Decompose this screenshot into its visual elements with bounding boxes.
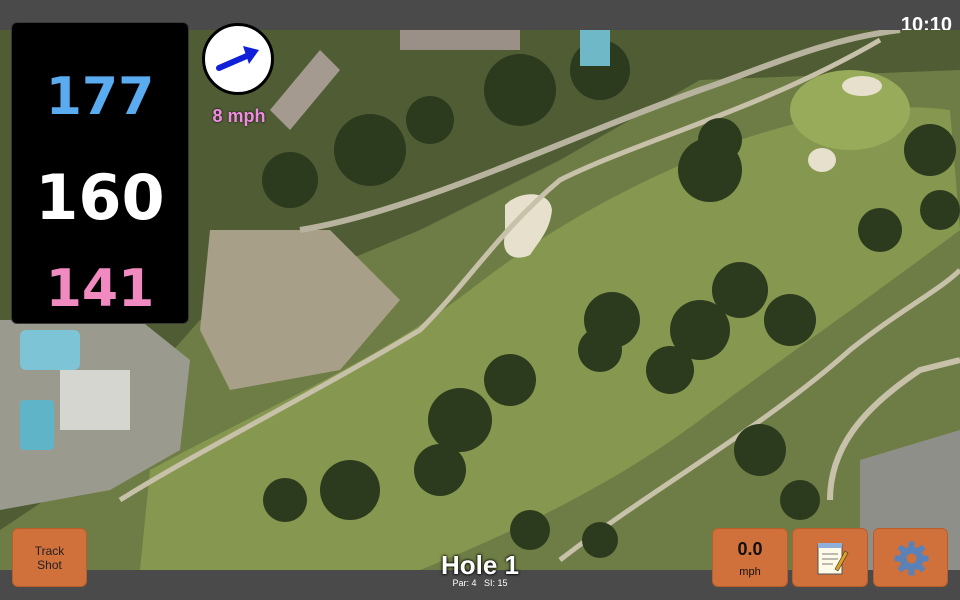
hole-info: Par: 4 SI: 15 <box>380 578 580 588</box>
track-shot-label: Track Shot <box>34 544 65 572</box>
speed-value: 0.0 <box>737 539 763 559</box>
front-yardage: 141 <box>45 259 155 319</box>
wind-speed: 8 mph <box>212 106 266 126</box>
stroke-index-label: SI: 15 <box>484 578 508 588</box>
notepad-icon <box>817 543 849 575</box>
settings-button[interactable] <box>873 528 948 587</box>
track-shot-button[interactable]: Track Shot <box>12 528 87 587</box>
swing-speed-button[interactable]: 0.0 mph <box>712 528 788 587</box>
back-yardage: 177 <box>45 67 155 127</box>
gear-icon <box>894 541 929 576</box>
arrow-right-icon <box>216 46 259 71</box>
hole-title: Hole 1 <box>440 550 520 580</box>
middle-yardage: 160 <box>35 161 165 234</box>
speed-unit: mph <box>739 566 761 578</box>
wind-indicator <box>202 23 274 95</box>
yardage-panel: 177 160 141 <box>11 22 189 324</box>
notes-button[interactable] <box>792 528 868 587</box>
par-label: Par: 4 <box>452 578 477 588</box>
